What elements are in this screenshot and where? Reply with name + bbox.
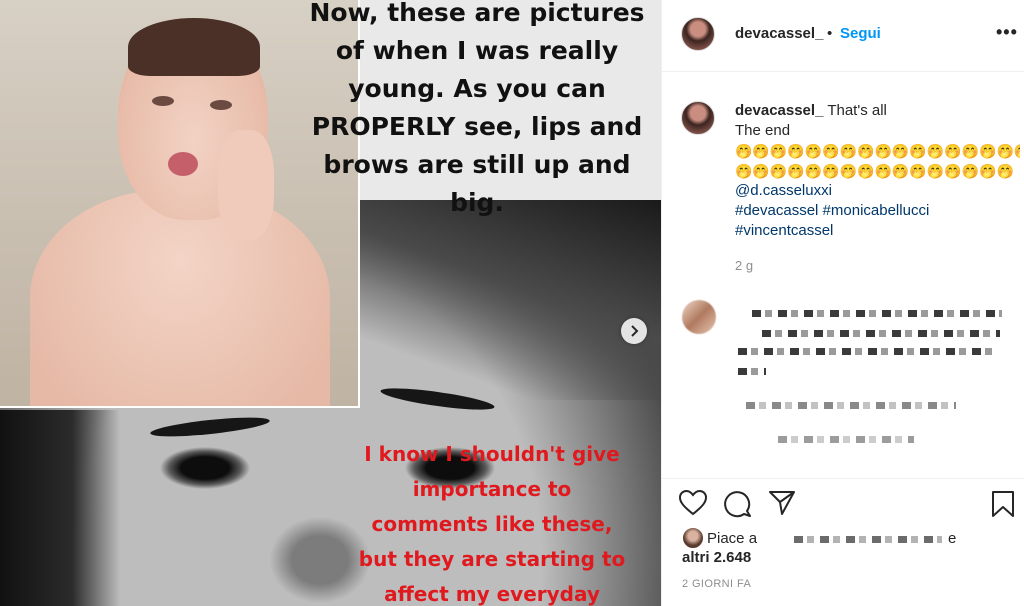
- next-slide-button[interactable]: [621, 318, 647, 344]
- story-text-black: Now, these are pictures of when I was re…: [292, 0, 661, 222]
- liked-by-prefix: Piace a: [707, 530, 758, 547]
- story-line: affect my everyday: [384, 582, 600, 606]
- baby-mouth: [168, 152, 198, 176]
- emoji-row: 🤭🤭🤭🤭🤭🤭🤭🤭🤭🤭🤭🤭🤭🤭🤭🤭: [735, 163, 1014, 179]
- baby-hand: [218, 130, 274, 240]
- baby-eye-left: [152, 96, 174, 106]
- post-media[interactable]: Now, these are pictures of when I was re…: [0, 0, 661, 606]
- header-username[interactable]: devacassel_: [735, 25, 823, 42]
- story-text-red: I know I shouldn't give importance to co…: [336, 437, 648, 606]
- story-line: but they are starting to: [358, 547, 626, 571]
- caption: devacassel_ That's all The end 🤭🤭🤭🤭🤭🤭🤭🤭🤭…: [735, 101, 1020, 241]
- pixelated-text: [752, 310, 1002, 317]
- chevron-right-icon: [631, 325, 639, 337]
- action-bar: Piace a e altri 2.648 2 GIORNI FA: [662, 478, 1024, 606]
- more-options-button[interactable]: •••: [996, 22, 1018, 43]
- story-line: big.: [450, 188, 504, 217]
- caption-age: 2 g: [735, 258, 754, 273]
- baby-hair: [128, 18, 260, 76]
- caption-avatar[interactable]: [681, 101, 715, 135]
- caption-line2: The end: [735, 122, 791, 139]
- emoji-row: 🤭🤭🤭🤭🤭🤭🤭🤭🤭🤭🤭🤭🤭🤭🤭🤭🤭: [735, 143, 1020, 159]
- photo-hair-right: [360, 200, 661, 400]
- story-line: PROPERLY see, lips and: [311, 112, 643, 141]
- header-separator: •: [827, 25, 833, 42]
- hashtags-link[interactable]: #devacassel #monicabellucci: [735, 202, 929, 219]
- post-header: devacassel_ • Segui •••: [662, 0, 1024, 72]
- likes-count[interactable]: altri 2.648: [682, 549, 751, 566]
- bookmark-icon[interactable]: [991, 490, 1015, 518]
- baby-body: [30, 190, 330, 406]
- pixelated-text: [778, 436, 914, 443]
- share-icon[interactable]: [768, 490, 796, 516]
- story-line: importance to: [412, 477, 572, 501]
- pixelated-text: [762, 330, 1000, 337]
- caption-text: That's all: [827, 102, 887, 119]
- heart-icon[interactable]: [679, 490, 707, 516]
- story-line: young. As you can: [348, 74, 606, 103]
- hashtags-link[interactable]: #vincentcassel: [735, 222, 833, 239]
- photo-hair-left: [0, 410, 120, 606]
- mention-link[interactable]: @d.casseluxxi: [735, 182, 832, 199]
- comment-avatar-pixelated[interactable]: [682, 300, 716, 334]
- post-timestamp[interactable]: 2 GIORNI FA: [682, 578, 751, 590]
- follow-button[interactable]: Segui: [840, 25, 881, 42]
- pixelated-text: [746, 402, 956, 409]
- story-line: brows are still up and: [323, 150, 631, 179]
- pixelated-text: [738, 368, 766, 375]
- pixelated-text: [738, 348, 994, 355]
- liker-avatar[interactable]: [682, 527, 704, 549]
- liked-by-suffix: e: [948, 530, 957, 547]
- baby-eye-right: [210, 100, 232, 110]
- story-line: of when I was really: [335, 36, 619, 65]
- story-line: comments like these,: [371, 512, 613, 536]
- avatar[interactable]: [681, 17, 715, 51]
- pixelated-username: [794, 536, 942, 543]
- comment-icon[interactable]: [724, 490, 752, 518]
- story-line: Now, these are pictures: [309, 0, 645, 27]
- story-line: I know I shouldn't give: [364, 442, 620, 466]
- post-sidebar: devacassel_ • Segui ••• devacassel_ That…: [661, 0, 1024, 606]
- caption-username[interactable]: devacassel_: [735, 102, 823, 119]
